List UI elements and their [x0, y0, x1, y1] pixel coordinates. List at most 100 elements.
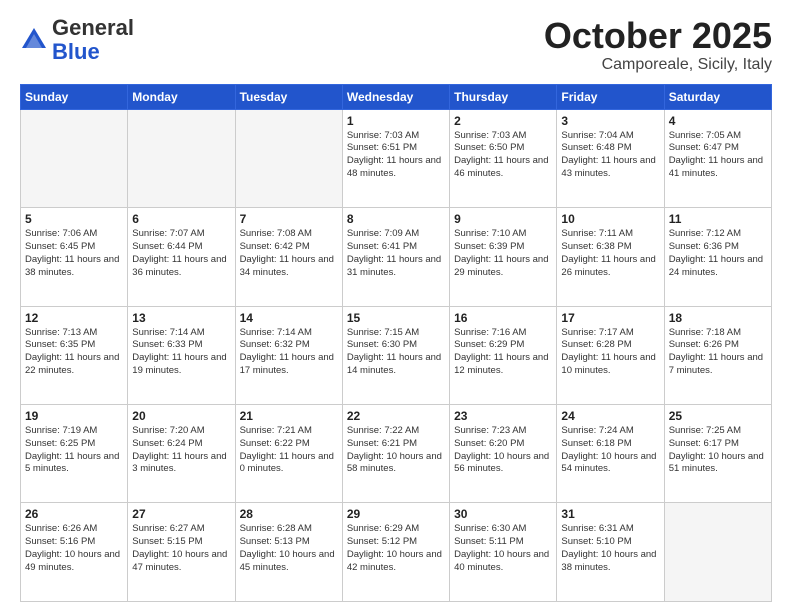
- week-row-1: 5 Sunrise: 7:06 AM Sunset: 6:45 PM Daylig…: [21, 208, 772, 306]
- day-number: 8: [347, 212, 445, 226]
- day-number: 15: [347, 311, 445, 325]
- day-cell: [235, 109, 342, 207]
- day-number: 3: [561, 114, 659, 128]
- weekday-header-monday: Monday: [128, 84, 235, 109]
- day-info: Sunrise: 6:26 AM Sunset: 5:16 PM Dayligh…: [25, 523, 123, 574]
- day-cell: 14Sunrise: 7:14 AM Sunset: 6:32 PM Dayli…: [235, 306, 342, 404]
- day-info: Sunrise: 7:22 AM Sunset: 6:21 PM Dayligh…: [347, 425, 445, 476]
- day-info: Sunrise: 6:30 AM Sunset: 5:11 PM Dayligh…: [454, 523, 552, 574]
- day-cell: 12 Sunrise: 7:13 AM Sunset: 6:35 PM Dayli…: [21, 306, 128, 404]
- day-number: 9: [454, 212, 552, 226]
- day-info: Sunrise: 6:31 AM Sunset: 5:10 PM Dayligh…: [561, 523, 659, 574]
- day-number: 26: [25, 507, 123, 521]
- day-cell: 4 Sunrise: 7:05 AM Sunset: 6:47 PM Daylig…: [664, 109, 771, 207]
- day-cell: 11Sunrise: 7:12 AM Sunset: 6:36 PM Dayli…: [664, 208, 771, 306]
- logo-general: General: [52, 15, 134, 40]
- day-cell: 3Sunrise: 7:04 AM Sunset: 6:48 PM Daylig…: [557, 109, 664, 207]
- day-number: 10: [561, 212, 659, 226]
- day-cell: 18 Sunrise: 7:18 AM Sunset: 6:26 PM Dayli…: [664, 306, 771, 404]
- day-cell: 15 Sunrise: 7:15 AM Sunset: 6:30 PM Dayli…: [342, 306, 449, 404]
- day-number: 14: [240, 311, 338, 325]
- day-number: 4: [669, 114, 767, 128]
- day-number: 22: [347, 409, 445, 423]
- logo-icon: [20, 26, 48, 54]
- day-cell: [664, 503, 771, 602]
- month-title: October 2025: [544, 16, 772, 56]
- day-number: 13: [132, 311, 230, 325]
- day-number: 24: [561, 409, 659, 423]
- day-info: Sunrise: 7:15 AM Sunset: 6:30 PM Dayligh…: [347, 327, 445, 378]
- day-info: Sunrise: 7:20 AM Sunset: 6:24 PM Dayligh…: [132, 425, 230, 476]
- day-info: Sunrise: 7:12 AM Sunset: 6:36 PM Dayligh…: [669, 228, 767, 279]
- day-cell: 23 Sunrise: 7:23 AM Sunset: 6:20 PM Dayli…: [450, 405, 557, 503]
- day-cell: 8 Sunrise: 7:09 AM Sunset: 6:41 PM Daylig…: [342, 208, 449, 306]
- day-cell: 6Sunrise: 7:07 AM Sunset: 6:44 PM Daylig…: [128, 208, 235, 306]
- day-info: Sunrise: 7:14 AM Sunset: 6:33 PM Dayligh…: [132, 327, 230, 378]
- day-cell: [21, 109, 128, 207]
- calendar-table: SundayMondayTuesdayWednesdayThursdayFrid…: [20, 84, 772, 602]
- day-cell: 27Sunrise: 6:27 AM Sunset: 5:15 PM Dayli…: [128, 503, 235, 602]
- day-cell: 19 Sunrise: 7:19 AM Sunset: 6:25 PM Dayli…: [21, 405, 128, 503]
- day-info: Sunrise: 7:23 AM Sunset: 6:20 PM Dayligh…: [454, 425, 552, 476]
- day-cell: 21Sunrise: 7:21 AM Sunset: 6:22 PM Dayli…: [235, 405, 342, 503]
- week-row-3: 19 Sunrise: 7:19 AM Sunset: 6:25 PM Dayli…: [21, 405, 772, 503]
- day-number: 5: [25, 212, 123, 226]
- day-number: 6: [132, 212, 230, 226]
- day-cell: 13 Sunrise: 7:14 AM Sunset: 6:33 PM Dayli…: [128, 306, 235, 404]
- day-cell: 16Sunrise: 7:16 AM Sunset: 6:29 PM Dayli…: [450, 306, 557, 404]
- day-cell: 1 Sunrise: 7:03 AM Sunset: 6:51 PM Daylig…: [342, 109, 449, 207]
- weekday-header-row: SundayMondayTuesdayWednesdayThursdayFrid…: [21, 84, 772, 109]
- day-info: Sunrise: 7:11 AM Sunset: 6:38 PM Dayligh…: [561, 228, 659, 279]
- day-number: 30: [454, 507, 552, 521]
- day-info: Sunrise: 7:16 AM Sunset: 6:29 PM Dayligh…: [454, 327, 552, 378]
- day-info: Sunrise: 7:08 AM Sunset: 6:42 PM Dayligh…: [240, 228, 338, 279]
- day-number: 31: [561, 507, 659, 521]
- day-info: Sunrise: 7:21 AM Sunset: 6:22 PM Dayligh…: [240, 425, 338, 476]
- day-info: Sunrise: 7:10 AM Sunset: 6:39 PM Dayligh…: [454, 228, 552, 279]
- weekday-header-thursday: Thursday: [450, 84, 557, 109]
- day-info: Sunrise: 7:17 AM Sunset: 6:28 PM Dayligh…: [561, 327, 659, 378]
- day-cell: 22 Sunrise: 7:22 AM Sunset: 6:21 PM Dayli…: [342, 405, 449, 503]
- day-cell: 5 Sunrise: 7:06 AM Sunset: 6:45 PM Daylig…: [21, 208, 128, 306]
- logo-text: General Blue: [52, 16, 134, 64]
- day-number: 7: [240, 212, 338, 226]
- day-cell: 29 Sunrise: 6:29 AM Sunset: 5:12 PM Dayli…: [342, 503, 449, 602]
- day-number: 12: [25, 311, 123, 325]
- day-cell: 20 Sunrise: 7:20 AM Sunset: 6:24 PM Dayli…: [128, 405, 235, 503]
- location: Camporeale, Sicily, Italy: [544, 56, 772, 74]
- day-info: Sunrise: 7:18 AM Sunset: 6:26 PM Dayligh…: [669, 327, 767, 378]
- day-number: 27: [132, 507, 230, 521]
- day-info: Sunrise: 7:25 AM Sunset: 6:17 PM Dayligh…: [669, 425, 767, 476]
- day-cell: 7 Sunrise: 7:08 AM Sunset: 6:42 PM Daylig…: [235, 208, 342, 306]
- day-number: 20: [132, 409, 230, 423]
- day-number: 17: [561, 311, 659, 325]
- weekday-header-sunday: Sunday: [21, 84, 128, 109]
- day-info: Sunrise: 7:03 AM Sunset: 6:51 PM Dayligh…: [347, 130, 445, 181]
- day-cell: 24 Sunrise: 7:24 AM Sunset: 6:18 PM Dayli…: [557, 405, 664, 503]
- logo: General Blue: [20, 16, 134, 64]
- day-info: Sunrise: 7:19 AM Sunset: 6:25 PM Dayligh…: [25, 425, 123, 476]
- day-cell: 25Sunrise: 7:25 AM Sunset: 6:17 PM Dayli…: [664, 405, 771, 503]
- day-info: Sunrise: 7:13 AM Sunset: 6:35 PM Dayligh…: [25, 327, 123, 378]
- day-info: Sunrise: 7:24 AM Sunset: 6:18 PM Dayligh…: [561, 425, 659, 476]
- day-number: 19: [25, 409, 123, 423]
- day-cell: 26 Sunrise: 6:26 AM Sunset: 5:16 PM Dayli…: [21, 503, 128, 602]
- day-info: Sunrise: 7:09 AM Sunset: 6:41 PM Dayligh…: [347, 228, 445, 279]
- weekday-header-saturday: Saturday: [664, 84, 771, 109]
- day-number: 23: [454, 409, 552, 423]
- day-number: 18: [669, 311, 767, 325]
- day-cell: [128, 109, 235, 207]
- day-info: Sunrise: 7:06 AM Sunset: 6:45 PM Dayligh…: [25, 228, 123, 279]
- day-number: 1: [347, 114, 445, 128]
- day-info: Sunrise: 6:29 AM Sunset: 5:12 PM Dayligh…: [347, 523, 445, 574]
- day-info: Sunrise: 7:05 AM Sunset: 6:47 PM Dayligh…: [669, 130, 767, 181]
- weekday-header-wednesday: Wednesday: [342, 84, 449, 109]
- day-cell: 28Sunrise: 6:28 AM Sunset: 5:13 PM Dayli…: [235, 503, 342, 602]
- day-number: 28: [240, 507, 338, 521]
- title-block: October 2025 Camporeale, Sicily, Italy: [544, 16, 772, 74]
- header: General Blue October 2025 Camporeale, Si…: [20, 16, 772, 74]
- logo-blue: Blue: [52, 39, 100, 64]
- week-row-4: 26 Sunrise: 6:26 AM Sunset: 5:16 PM Dayli…: [21, 503, 772, 602]
- week-row-0: 1 Sunrise: 7:03 AM Sunset: 6:51 PM Daylig…: [21, 109, 772, 207]
- day-number: 29: [347, 507, 445, 521]
